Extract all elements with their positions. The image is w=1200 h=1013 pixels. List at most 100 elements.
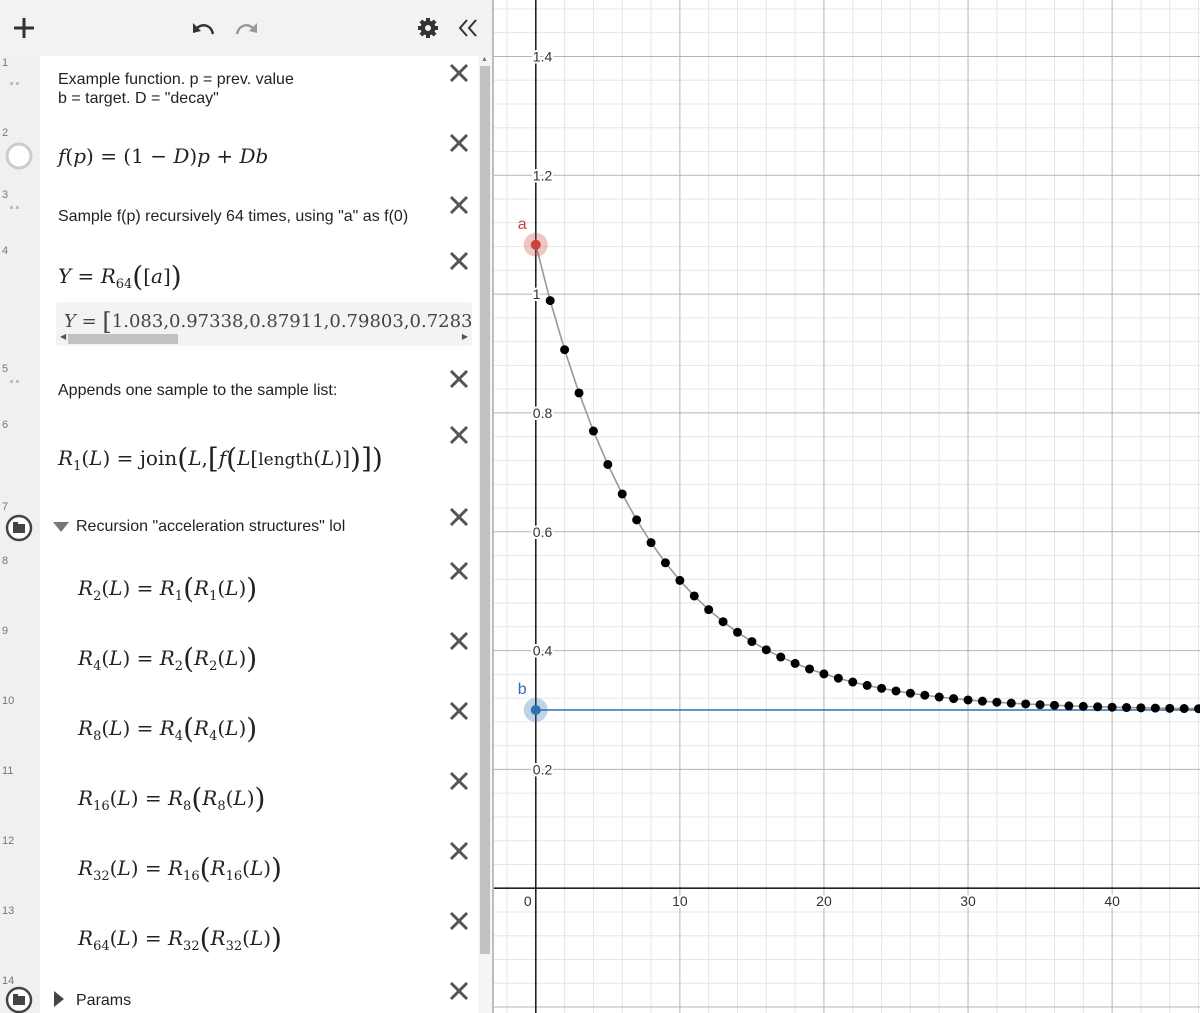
minor-grid xyxy=(494,0,1200,1013)
math-expression[interactable]: R8(L) = R4(R4(L)) xyxy=(78,712,257,745)
y-tick-label: 0.8 xyxy=(533,405,553,421)
quote-icon: “ xyxy=(7,380,22,398)
collapse-icon[interactable] xyxy=(452,12,484,44)
math-expression[interactable]: R2(L) = R1(R1(L)) xyxy=(78,572,257,605)
hidden-circle-icon[interactable] xyxy=(5,142,35,172)
scroll-right-arrow-icon[interactable]: ▶ xyxy=(462,332,468,341)
result-scroll-thumb[interactable] xyxy=(68,334,178,344)
expression-scrollbar[interactable]: ▲ xyxy=(478,56,492,1013)
delete-icon[interactable] xyxy=(446,248,472,274)
folder-icon[interactable] xyxy=(5,986,35,1013)
row-number: 5 xyxy=(2,363,9,375)
x-tick-label: 40 xyxy=(1104,893,1120,909)
origin-label: 0 xyxy=(524,893,532,909)
y-tick-label: 1.4 xyxy=(533,48,553,64)
scroll-left-arrow-icon[interactable]: ◀ xyxy=(60,332,66,341)
expression-row-9[interactable]: 9 R4(L) = R2(R2(L)) xyxy=(0,624,478,695)
sequence-point xyxy=(718,617,728,627)
sequence-point xyxy=(790,658,800,668)
sequence-point xyxy=(805,664,815,674)
y-tick-label: 0.6 xyxy=(533,524,553,540)
scroll-up-arrow-icon[interactable]: ▲ xyxy=(481,56,488,63)
undo-icon[interactable] xyxy=(188,12,220,44)
delete-icon[interactable] xyxy=(446,628,472,654)
sequence-point xyxy=(992,697,1002,707)
expression-row-8[interactable]: 8 R2(L) = R1(R1(L)) xyxy=(0,554,478,625)
sequence-point xyxy=(545,296,555,306)
quote-icon: “ xyxy=(7,206,22,224)
delete-icon[interactable] xyxy=(446,978,472,1004)
note-text[interactable]: Appends one sample to the sample list: xyxy=(58,381,337,400)
chevron-right-icon[interactable] xyxy=(52,990,66,1008)
y-tick-label: 1 xyxy=(533,286,541,302)
expression-row-5[interactable]: 5 “ Appends one sample to the sample lis… xyxy=(0,362,478,419)
gear-icon[interactable] xyxy=(412,12,444,44)
plus-icon[interactable] xyxy=(6,12,42,44)
join-function: join xyxy=(139,446,178,470)
sequence-point xyxy=(1035,700,1045,710)
sequence-point xyxy=(877,683,887,693)
result-value: 1.083,0.97338,0.87911,0.79803,0.72831,0. xyxy=(111,311,472,332)
expression-row-1[interactable]: 1 “ Example function. p = prev. value b … xyxy=(0,56,478,127)
delete-icon[interactable] xyxy=(446,558,472,584)
y-tick-label: 0.4 xyxy=(533,643,553,659)
list-result-box: Y = [1.083,0.97338,0.87911,0.79803,0.728… xyxy=(56,302,472,346)
sequence-point xyxy=(1006,698,1016,708)
note-text[interactable]: Sample f(p) recursively 64 times, using … xyxy=(58,207,408,226)
row-number: 12 xyxy=(2,835,15,847)
sequence-point xyxy=(560,345,570,355)
expression-row-6[interactable]: 6 R1(L) = join(L,[f(L[length(L)])]) xyxy=(0,418,478,501)
delete-icon[interactable] xyxy=(446,698,472,724)
delete-icon[interactable] xyxy=(446,192,472,218)
expression-row-11[interactable]: 11 R16(L) = R8(R8(L)) xyxy=(0,764,478,835)
expression-row-3[interactable]: 3 “ Sample f(p) recursively 64 times, us… xyxy=(0,188,478,245)
expression-toolbar xyxy=(0,0,492,56)
folder-title[interactable]: Recursion "acceleration structures" lol xyxy=(76,517,345,536)
delete-icon[interactable] xyxy=(446,838,472,864)
note-text[interactable]: Example function. p = prev. value b = ta… xyxy=(58,70,294,108)
redo-icon[interactable] xyxy=(230,12,262,44)
delete-icon[interactable] xyxy=(446,504,472,530)
folder-title[interactable]: Params xyxy=(76,991,131,1010)
row-number: 13 xyxy=(2,905,15,917)
math-expression[interactable]: R64(L) = R32(R32(L)) xyxy=(78,922,282,955)
expression-list: 1 “ Example function. p = prev. value b … xyxy=(0,56,478,1013)
delete-icon[interactable] xyxy=(446,130,472,156)
math-expression[interactable]: R16(L) = R8(R8(L)) xyxy=(78,782,265,815)
svg-text:“: “ xyxy=(7,82,22,100)
delete-icon[interactable] xyxy=(446,366,472,392)
point-a-label: a xyxy=(518,216,527,233)
result-scrollbar[interactable]: ◀ ▶ xyxy=(60,332,468,344)
expression-row-10[interactable]: 10 R8(L) = R4(R4(L)) xyxy=(0,694,478,765)
delete-icon[interactable] xyxy=(446,908,472,934)
row-number: 9 xyxy=(2,625,9,637)
expression-row-2[interactable]: 2 f(p) = (1 − D)p + Db xyxy=(0,126,478,189)
row-number: 1 xyxy=(2,57,9,69)
chevron-down-icon[interactable] xyxy=(52,520,70,534)
sequence-point xyxy=(689,591,699,601)
math-expression[interactable]: R32(L) = R16(R16(L)) xyxy=(78,852,282,885)
delete-icon[interactable] xyxy=(446,422,472,448)
x-tick-label: 30 xyxy=(960,893,976,909)
math-expression[interactable]: R1(L) = join(L,[f(L[length(L)])]) xyxy=(58,442,383,475)
math-expression[interactable]: f(p) = (1 − D)p + Db xyxy=(58,144,268,168)
delete-icon[interactable] xyxy=(446,60,472,86)
delete-icon[interactable] xyxy=(446,768,472,794)
expression-row-14[interactable]: 14 Params xyxy=(0,974,478,1013)
sequence-point xyxy=(862,680,872,690)
y-tick-label: 0.2 xyxy=(533,761,553,777)
expression-row-12[interactable]: 12 R32(L) = R16(R16(L)) xyxy=(0,834,478,905)
sequence-point xyxy=(1064,701,1074,711)
expression-scroll-thumb[interactable] xyxy=(480,66,490,954)
math-expression[interactable]: R4(L) = R2(R2(L)) xyxy=(78,642,257,675)
row-number: 10 xyxy=(2,695,15,707)
expression-panel: 1 “ Example function. p = prev. value b … xyxy=(0,0,492,1013)
sequence-point xyxy=(977,696,987,706)
expression-row-4[interactable]: 4 Y = R64([a]) Y = [1.083,0.97338,0.8791… xyxy=(0,244,478,363)
folder-icon[interactable] xyxy=(5,514,35,544)
sequence-point xyxy=(574,388,584,398)
expression-row-7[interactable]: 7 Recursion "acceleration structures" lo… xyxy=(0,500,478,555)
expression-row-13[interactable]: 13 R64(L) = R32(R32(L)) xyxy=(0,904,478,975)
graph-canvas[interactable]: 1010 2020 3030 40400.20.20.40.40.60.60.80.8… xyxy=(494,0,1200,1013)
math-expression[interactable]: Y = R64([a]) xyxy=(58,260,182,293)
